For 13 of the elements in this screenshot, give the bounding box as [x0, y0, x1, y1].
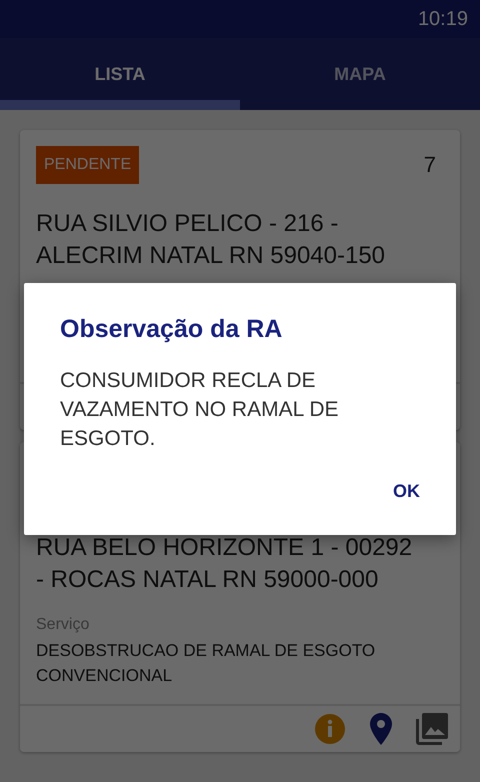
photo-library-icon[interactable] [416, 713, 448, 745]
location-pin-icon[interactable] [370, 713, 392, 745]
dialog-title: Observação da RA [60, 315, 284, 344]
address-text: RUA BELO HORIZONTE 1 - 00292 - ROCAS NATAL RN 59000-000 [36, 533, 414, 595]
tab[interactable]: LISTA [0, 38, 240, 110]
info-icon[interactable] [314, 713, 346, 745]
address-text: RUA SILVIO PELICO - 216 - ALECRIM NATAL RN 59040-150 [36, 209, 386, 271]
clock-text: 10:19 [418, 8, 468, 30]
ok-button[interactable]: OK [379, 471, 434, 512]
tab[interactable]: MAPA [240, 38, 480, 110]
order-number: 7 [424, 152, 436, 178]
status-badge: PENDENTE [36, 146, 140, 184]
service-text: DESOBSTRUCAO DE RAMAL DE ESGOTO CONVENCIONAL [36, 640, 376, 687]
